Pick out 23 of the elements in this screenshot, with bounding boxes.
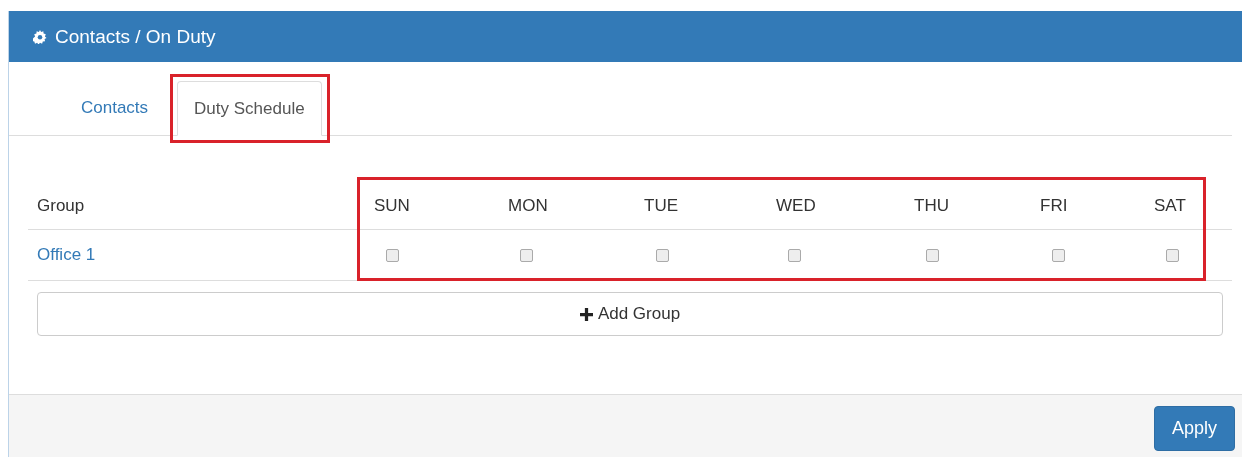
column-header: TUE: [636, 182, 768, 230]
checkbox[interactable]: [1052, 248, 1065, 262]
checkbox[interactable]: [1166, 248, 1179, 262]
apply-button[interactable]: Apply: [1154, 405, 1235, 451]
checkbox[interactable]: [656, 248, 669, 262]
settings-icon: [33, 29, 47, 44]
column-header: SAT: [1146, 182, 1232, 230]
group-link[interactable]: Office 1: [37, 245, 96, 265]
column-header: Group: [28, 182, 366, 230]
column-header: FRI: [1032, 182, 1146, 230]
checkbox[interactable]: [386, 248, 399, 262]
panel-title: Contacts / On Duty: [55, 25, 216, 48]
tab[interactable]: Contacts: [64, 81, 166, 135]
tab[interactable]: Duty Schedule: [177, 81, 322, 136]
checkbox[interactable]: [926, 248, 939, 262]
column-header: WED: [768, 182, 906, 230]
column-header: THU: [906, 182, 1032, 230]
checkbox[interactable]: [788, 248, 801, 262]
column-header: MON: [500, 182, 636, 230]
plus-icon: [579, 307, 593, 321]
add-group-button[interactable]: Add Group: [37, 292, 1223, 336]
checkbox[interactable]: [520, 248, 533, 262]
column-header: SUN: [366, 182, 500, 230]
